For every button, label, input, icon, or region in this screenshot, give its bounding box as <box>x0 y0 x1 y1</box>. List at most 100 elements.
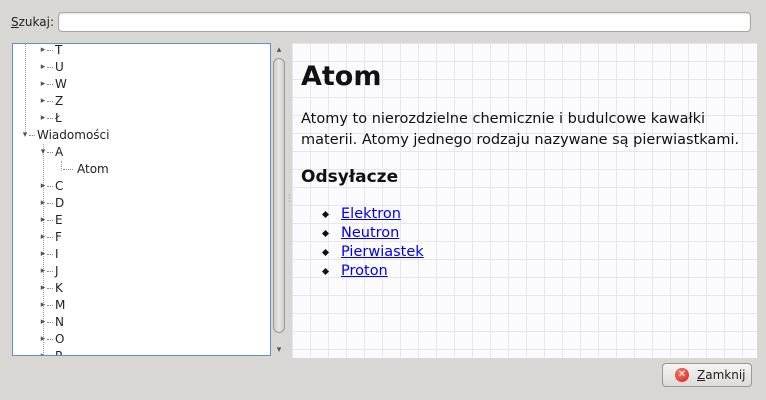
tree-connector <box>47 220 53 221</box>
tree-item-d[interactable]: ▸ D <box>13 195 270 212</box>
close-button[interactable]: ✕ Zamknij <box>662 363 752 387</box>
list-item: Proton <box>314 262 424 281</box>
expander-arrow-icon[interactable]: ▾ <box>21 127 29 144</box>
article-title: Atom <box>301 61 382 92</box>
tree-item-label: D <box>55 196 65 210</box>
tree-item-label: U <box>55 60 64 74</box>
article-view: Atom Atomy to nierozdzielne chemicznie i… <box>292 43 757 358</box>
tree-connector <box>47 118 53 119</box>
tree-item-label: J <box>55 264 59 278</box>
tree-item-label: Z <box>55 94 64 108</box>
scroll-up-arrow-icon[interactable]: ▴ <box>272 44 286 56</box>
search-label-text: zukaj: <box>18 15 54 29</box>
list-item: Elektron <box>314 205 424 224</box>
topic-tree[interactable]: ▸ T ▸ U ▸ W ▸ Z ▸ Ł ▾ Wiadomości ▾ A Ato… <box>12 43 271 356</box>
expander-arrow-icon[interactable]: ▸ <box>39 93 47 110</box>
tree-item-a[interactable]: ▾ A <box>13 144 270 161</box>
tree-connector <box>47 322 53 323</box>
tree-connector <box>47 254 53 255</box>
tree-connector <box>63 169 73 170</box>
tree-item-t[interactable]: ▸ T <box>13 43 270 59</box>
close-mnemonic: Z <box>697 368 706 382</box>
tree-item-u[interactable]: ▸ U <box>13 59 270 76</box>
expander-arrow-icon[interactable]: ▸ <box>39 246 47 263</box>
article-body: Atomy to nierozdzielne chemicznie i budu… <box>301 111 740 148</box>
tree-connector <box>47 67 53 68</box>
selection-highlight: Atom <box>73 162 268 177</box>
bullet-icon <box>321 229 330 238</box>
tree-item-w[interactable]: ▸ W <box>13 76 270 93</box>
tree-item-wiadomosci[interactable]: ▾ Wiadomości <box>13 127 270 144</box>
bullet-icon <box>321 267 330 276</box>
tree-item-label: F <box>55 230 62 244</box>
tree-item-label: Ł <box>55 111 62 125</box>
tree-connector <box>47 339 53 340</box>
tree-connector <box>47 305 53 306</box>
tree-item-f[interactable]: ▸ F <box>13 229 270 246</box>
expander-arrow-icon[interactable]: ▸ <box>39 331 47 348</box>
tree-item-label: P <box>55 349 63 356</box>
tree-connector <box>47 50 53 51</box>
expander-arrow-icon[interactable]: ▸ <box>39 348 47 355</box>
links-list: Elektron Neutron Pierwiastek Proton <box>314 205 424 281</box>
search-label: Szukaj: <box>11 15 54 29</box>
search-input[interactable] <box>58 12 751 32</box>
tree-item-label: Atom <box>77 162 109 176</box>
tree-item-label: C <box>55 179 64 193</box>
expander-arrow-icon[interactable]: ▸ <box>39 212 47 229</box>
tree-item-label: I <box>55 247 59 261</box>
tree-connector <box>47 101 53 102</box>
scroll-down-arrow-icon[interactable]: ▾ <box>272 344 286 356</box>
tree-item-label: T <box>55 43 63 57</box>
tree-item-label: N <box>55 315 64 329</box>
expander-arrow-icon[interactable]: ▸ <box>39 263 47 280</box>
tree-item-m[interactable]: ▸ M <box>13 297 270 314</box>
expander-arrow-icon[interactable]: ▸ <box>39 314 47 331</box>
links-heading: Odsyłacze <box>301 167 399 187</box>
link-elektron[interactable]: Elektron <box>341 206 401 222</box>
expander-arrow-icon[interactable]: ▸ <box>39 178 47 195</box>
expander-arrow-icon[interactable]: ▸ <box>39 280 47 297</box>
tree-item-n[interactable]: ▸ N <box>13 314 270 331</box>
link-neutron[interactable]: Neutron <box>341 225 399 241</box>
expander-arrow-icon[interactable]: ▸ <box>39 76 47 93</box>
tree-item-k[interactable]: ▸ K <box>13 280 270 297</box>
tree-item-atom[interactable]: Atom <box>13 161 270 178</box>
link-pierwiastek[interactable]: Pierwiastek <box>341 244 424 260</box>
expander-arrow-icon[interactable]: ▸ <box>39 44 47 59</box>
expander-arrow-icon[interactable]: ▸ <box>39 59 47 76</box>
tree-item-j[interactable]: ▸ J <box>13 263 270 280</box>
expander-arrow-icon[interactable]: ▸ <box>39 229 47 246</box>
close-icon: ✕ <box>675 368 689 382</box>
scroll-thumb[interactable] <box>273 58 285 333</box>
bullet-icon <box>321 210 330 219</box>
pane-splitter-handle[interactable]: · · · <box>288 192 291 206</box>
tree-item-label: W <box>55 77 67 91</box>
bullet-icon <box>321 248 330 257</box>
tree-item-l-stroke[interactable]: ▸ Ł <box>13 110 270 127</box>
list-item: Neutron <box>314 224 424 243</box>
expander-arrow-icon[interactable]: ▸ <box>39 195 47 212</box>
tree-scrollbar[interactable]: ▴ ▾ <box>272 44 286 357</box>
list-item: Pierwiastek <box>314 243 424 262</box>
tree-item-c[interactable]: ▸ C <box>13 178 270 195</box>
tree-item-label: Wiadomości <box>37 128 110 142</box>
tree-item-p[interactable]: ▸ P <box>13 348 270 356</box>
expander-arrow-icon[interactable]: ▸ <box>39 110 47 127</box>
tree-item-label: A <box>55 145 64 159</box>
tree-item-o[interactable]: ▸ O <box>13 331 270 348</box>
expander-arrow-icon[interactable]: ▾ <box>39 144 47 161</box>
expander-arrow-icon[interactable]: ▸ <box>39 297 47 314</box>
link-proton[interactable]: Proton <box>341 263 388 279</box>
close-button-label: Zamknij <box>697 364 746 386</box>
tree-item-e[interactable]: ▸ E <box>13 212 270 229</box>
tree-connector <box>47 203 53 204</box>
tree-item-label: K <box>55 281 63 295</box>
tree-connector <box>47 84 53 85</box>
tree-item-i[interactable]: ▸ I <box>13 246 270 263</box>
tree-item-z[interactable]: ▸ Z <box>13 93 270 110</box>
tree-connector <box>47 152 53 153</box>
tree-connector <box>47 288 53 289</box>
tree-item-label: M <box>55 298 66 312</box>
search-label-mnemonic: S <box>11 15 19 29</box>
